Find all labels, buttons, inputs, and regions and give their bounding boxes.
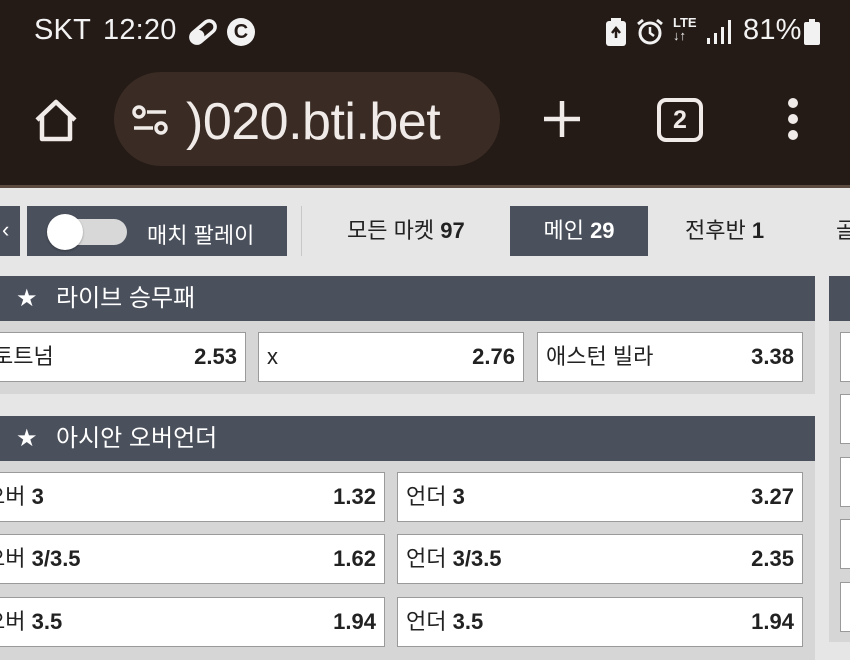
carrier-label: SKT (34, 14, 91, 46)
odds-button-draw[interactable]: x 2.76 (258, 332, 524, 382)
tab-halves[interactable]: 전후반 1 (685, 206, 764, 256)
home-icon[interactable] (32, 96, 80, 144)
url-text[interactable]: )020.bti.bet (186, 92, 441, 152)
battery-percent: 81% (743, 14, 802, 46)
adjacent-market-header[interactable] (829, 276, 850, 321)
tab-goals[interactable]: 골 (836, 206, 850, 256)
odds-button[interactable] (840, 457, 850, 507)
chevron-left-icon: ‹ (2, 217, 10, 242)
star-icon[interactable]: ★ (16, 416, 38, 461)
toggle-knob[interactable] (47, 214, 83, 250)
lte-icon: LTE ↓↑ (673, 15, 697, 43)
odds-button-home[interactable]: 토트넘 2.53 (0, 332, 246, 382)
odds-button-under[interactable]: 언더 3/3.5 2.35 (397, 534, 803, 584)
market-header[interactable]: ★ 라이브 승무패 (0, 276, 815, 321)
signal-icon (707, 20, 731, 44)
tab-main[interactable]: 메인 29 (510, 206, 648, 256)
odds-button-away[interactable]: 애스턴 빌라 3.38 (537, 332, 803, 382)
tab-all-markets[interactable]: 모든 마켓 97 (347, 206, 465, 256)
more-vert-icon[interactable] (784, 98, 802, 142)
match-parlay-toggle[interactable]: 매치 팔레이 (27, 206, 287, 256)
odds-button-under[interactable]: 언더 3.5 1.94 (397, 597, 803, 647)
divider (301, 206, 302, 256)
odds-button[interactable] (840, 519, 850, 569)
odds-button-over[interactable]: 오버 3.5 1.94 (0, 597, 385, 647)
market-live-1x2: ★ 라이브 승무패 토트넘 2.53 x 2.76 애스턴 빌라 3.38 (0, 276, 815, 394)
odds-button[interactable] (840, 332, 850, 382)
url-bar[interactable]: )020.bti.bet (114, 72, 500, 166)
adjacent-market-panel (829, 276, 850, 642)
market-filter-bar: ‹ 매치 팔레이 모든 마켓 97 메인 29 전후반 1 골 (0, 188, 850, 268)
plus-icon[interactable] (540, 97, 584, 141)
odds-button-under[interactable]: 언더 3 3.27 (397, 472, 803, 522)
battery-icon (804, 19, 820, 45)
market-asian-over-under: ★ 아시안 오버언더 오버 3 1.32 언더 3 3.27 오버 3/3.5 … (0, 416, 815, 660)
star-icon[interactable]: ★ (16, 276, 38, 321)
tabs-icon[interactable]: 2 (657, 98, 703, 142)
scroll-left-button[interactable]: ‹ (0, 206, 20, 256)
market-title: 아시안 오버언더 (56, 425, 218, 452)
battery-saver-icon (606, 18, 626, 46)
status-time: 12:20 (103, 14, 177, 46)
clip-icon (189, 19, 217, 45)
market-header[interactable]: ★ 아시안 오버언더 (0, 416, 815, 461)
odds-button[interactable] (840, 582, 850, 632)
tune-icon[interactable] (130, 103, 170, 137)
odds-button[interactable] (840, 394, 850, 444)
odds-button-over[interactable]: 오버 3 1.32 (0, 472, 385, 522)
odds-button-over[interactable]: 오버 3/3.5 1.62 (0, 534, 385, 584)
alarm-icon (637, 18, 663, 45)
toggle-label: 매치 팔레이 (147, 223, 255, 248)
tab-count: 2 (673, 106, 687, 134)
market-title: 라이브 승무패 (56, 285, 196, 312)
browser-chrome: SKT 12:20 C LTE ↓↑ 81%)020.bti.bet 2 (0, 0, 850, 186)
c-badge-icon: C (227, 18, 255, 46)
